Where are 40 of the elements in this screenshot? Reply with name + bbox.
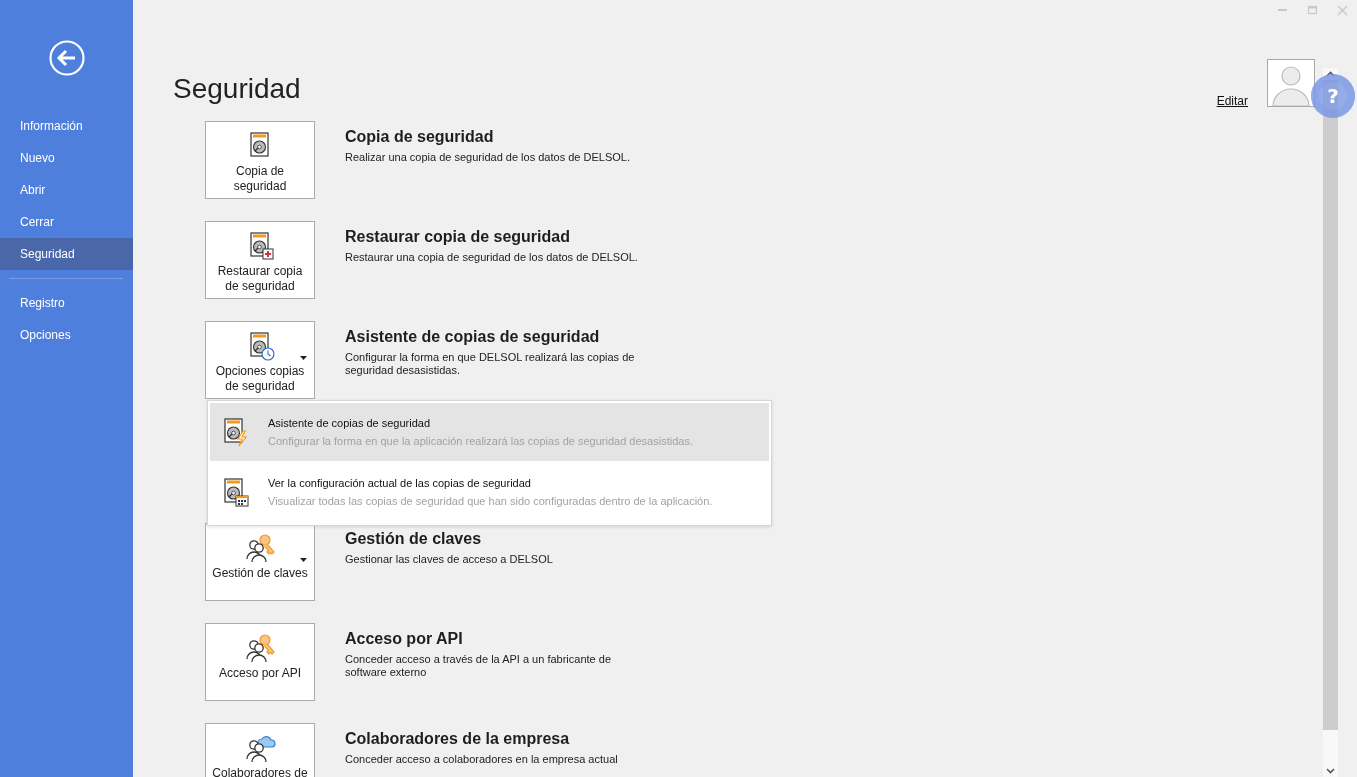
action-button[interactable]: Copia de seguridad	[205, 121, 315, 199]
scroll-down-icon[interactable]	[1326, 768, 1335, 774]
menu-item[interactable]: Asistente de copias de seguridad Configurar la forma en que la aplicación realizará las copias de seguridad desasistidas.	[210, 403, 769, 461]
card-title: Restaurar copia de seguridad	[345, 227, 571, 247]
card-description: Gestionar las claves de acceso a DELSOL	[345, 553, 554, 566]
back-icon[interactable]	[48, 40, 85, 76]
card-description: Realizar una copia de seguridad de los datos de DELSOL.	[345, 151, 631, 164]
menu-item-title: Asistente de copias de seguridad	[268, 416, 432, 430]
action-button[interactable]: Opciones copias de seguridad	[205, 321, 315, 399]
card-description: Restaurar una copia de seguridad de los datos de DELSOL.	[345, 251, 639, 264]
card-description: Conceder acceso a través de la API a un fabricante de software externo	[345, 653, 612, 679]
card-title: Gestión de claves	[345, 529, 483, 549]
page-title: Seguridad	[173, 72, 301, 106]
users-key-icon	[244, 632, 276, 664]
edit-link[interactable]: Editar	[1216, 94, 1248, 108]
action-button[interactable]: Gestión de claves	[205, 523, 315, 601]
sidebar-item[interactable]: Abrir	[0, 174, 133, 206]
action-button[interactable]: Restaurar copia de seguridad	[205, 221, 315, 299]
menu-item-description: Configurar la forma en que la aplicación realizará las copias de seguridad desasistidas.	[268, 434, 693, 448]
sidebar-item[interactable]: Cerrar	[0, 206, 133, 238]
maximize-icon[interactable]	[1307, 4, 1318, 16]
menu-item-title: Ver la configuración actual de las copias de seguridad	[268, 476, 532, 490]
action-button[interactable]: Acceso por API	[205, 623, 315, 701]
card-description: Conceder acceso a colaboradores en la empresa actual	[345, 753, 619, 766]
card-title: Copia de seguridad	[345, 127, 495, 147]
card-title: Acceso por API	[345, 629, 464, 649]
sidebar-item[interactable]: Información	[0, 110, 133, 142]
avatar-frame[interactable]	[1267, 59, 1315, 107]
menu-item[interactable]: Ver la configuración actual de las copias de seguridad Visualizar todas las copias de seguridad que han sido configuradas dentro de la aplicación.	[210, 463, 769, 521]
card-title: Colaboradores de la empresa	[345, 729, 571, 749]
action-button[interactable]: Colaboradores de	[205, 723, 315, 777]
users-key-icon	[244, 532, 276, 564]
sidebar-item[interactable]: Nuevo	[0, 142, 133, 174]
sidebar-item[interactable]: Opciones	[0, 319, 133, 351]
card-title: Asistente de copias de seguridad	[345, 327, 601, 347]
card-description: Configurar la forma en que DELSOL realizará las copias de seguridad desasistidas.	[345, 351, 636, 377]
sidebar-item[interactable]: Seguridad	[0, 238, 133, 270]
menu-item-description: Visualizar todas las copias de seguridad que han sido configuradas dentro de la aplicación.	[268, 494, 713, 508]
close-icon[interactable]	[1337, 4, 1348, 16]
sidebar-item[interactable]: Registro	[0, 287, 133, 319]
